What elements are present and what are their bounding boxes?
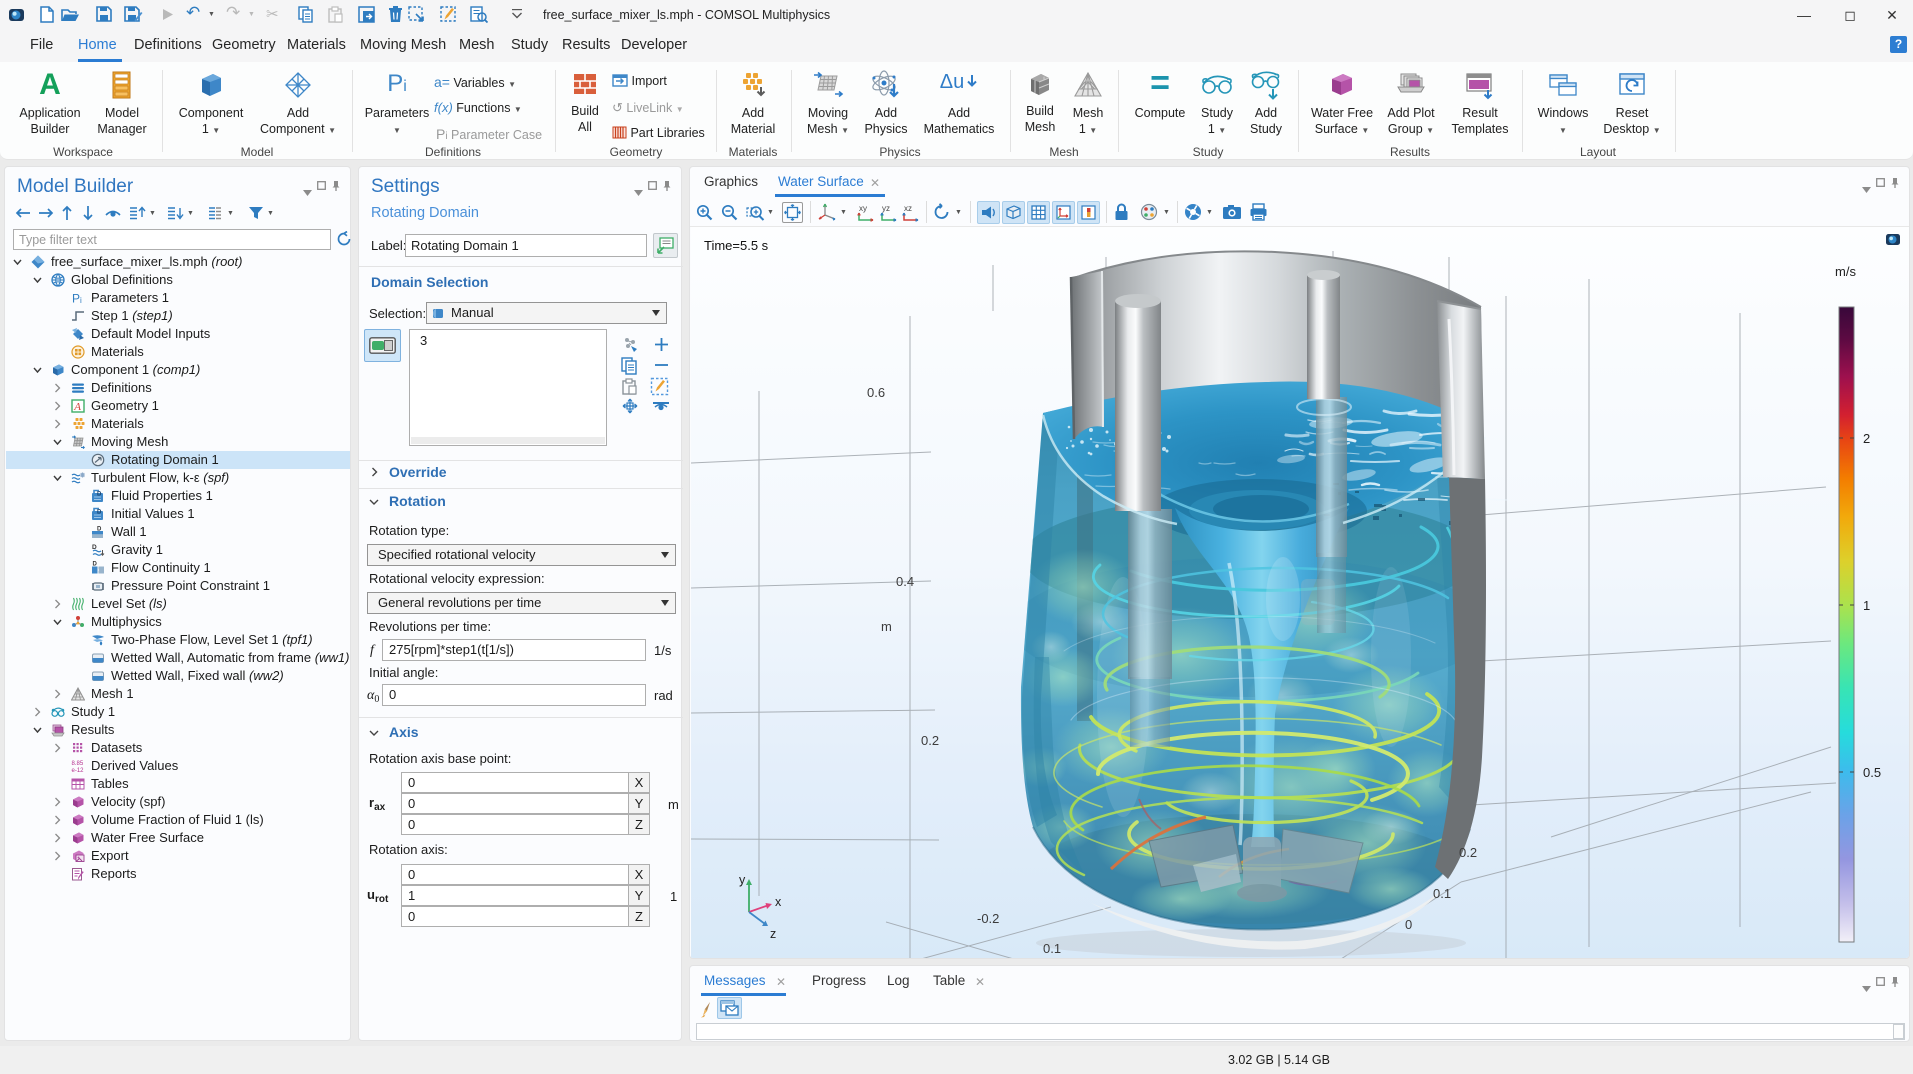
svg-text:m: m <box>881 619 892 634</box>
svg-text:0: 0 <box>1405 917 1412 932</box>
svg-text:xy: xy <box>859 204 867 213</box>
svg-text:0.5: 0.5 <box>1863 765 1881 780</box>
svg-text:2: 2 <box>1863 431 1870 446</box>
svg-text:0.2: 0.2 <box>921 733 939 748</box>
svg-text:-0.2: -0.2 <box>977 911 999 926</box>
svg-text:0.1: 0.1 <box>1433 886 1451 901</box>
svg-text:0.6: 0.6 <box>867 385 885 400</box>
svg-text:0.4: 0.4 <box>896 574 914 589</box>
svg-text:0.1: 0.1 <box>1043 941 1061 956</box>
svg-text:z: z <box>770 927 776 941</box>
svg-text:m/s: m/s <box>1835 264 1856 279</box>
svg-text:y: y <box>739 873 746 887</box>
svg-text:1: 1 <box>1863 598 1870 613</box>
svg-text:yz: yz <box>882 204 890 213</box>
svg-text:x: x <box>775 895 782 909</box>
svg-text:0.2: 0.2 <box>1459 845 1477 860</box>
svg-text:xz: xz <box>904 204 912 213</box>
